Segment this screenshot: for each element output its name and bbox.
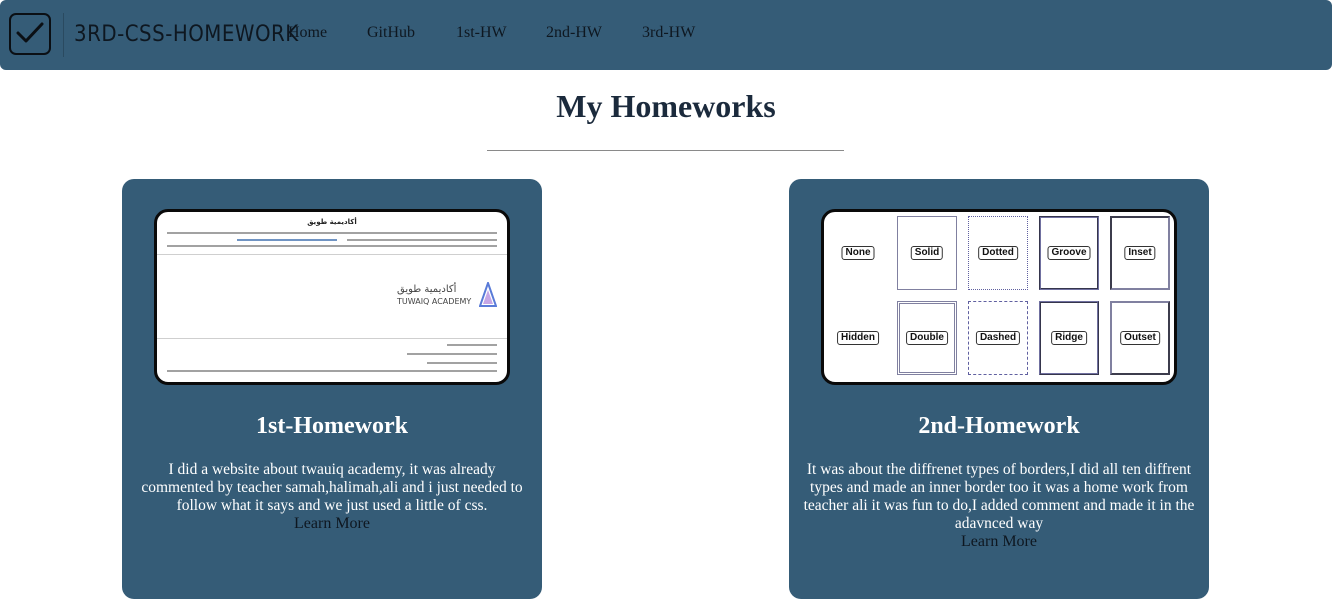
nav-link-home[interactable]: Home	[288, 24, 327, 42]
checkbox-icon[interactable]	[9, 13, 51, 55]
homework-card-1: أكاديمية طويق أكاديمية طويق TUWAIQ ACADE…	[122, 179, 542, 599]
border-box-solid: Solid	[897, 216, 957, 290]
card-title: 2nd-Homework	[918, 413, 1080, 439]
card-description-text: It was about the diffrenet types of bord…	[803, 461, 1195, 532]
tuwaiq-emblem-icon	[479, 282, 497, 307]
navbar: 3RD-CSS-HOMEWORK Home GitHub 1st-HW 2nd-…	[0, 0, 1332, 70]
border-box-inset: Inset	[1110, 216, 1170, 290]
homework-card-2: None Solid Dotted Groove Inset Hidden Do…	[789, 179, 1209, 599]
page-title: My Homeworks	[556, 88, 776, 124]
brand-name[interactable]: 3RD-CSS-HOMEWORK	[63, 13, 299, 57]
nav-link-2nd-hw[interactable]: 2nd-HW	[546, 24, 602, 42]
border-box-dashed: Dashed	[968, 301, 1028, 375]
tuwaiq-logo: أكاديمية طويق TUWAIQ ACADEMY	[397, 282, 497, 312]
homework-1-thumbnail[interactable]: أكاديمية طويق أكاديمية طويق TUWAIQ ACADE…	[154, 209, 510, 385]
nav-link-3rd-hw[interactable]: 3rd-HW	[642, 24, 695, 42]
card-title: 1st-Homework	[256, 413, 408, 439]
nav-link-github[interactable]: GitHub	[367, 24, 415, 42]
card-description: It was about the diffrenet types of bord…	[799, 461, 1199, 551]
homework-2-thumbnail[interactable]: None Solid Dotted Groove Inset Hidden Do…	[821, 209, 1177, 385]
learn-more-link[interactable]: Learn More	[132, 515, 532, 533]
card-description-text: I did a website about twauiq academy, it…	[141, 461, 523, 514]
border-box-ridge: Ridge	[1039, 301, 1099, 375]
title-divider	[487, 150, 844, 151]
border-box-outset: Outset	[1110, 301, 1170, 375]
border-box-groove: Groove	[1039, 216, 1099, 290]
card-description: I did a website about twauiq academy, it…	[132, 461, 532, 533]
border-box-hidden: Hidden	[828, 301, 888, 375]
learn-more-link[interactable]: Learn More	[799, 533, 1199, 551]
thumbnail-heading: أكاديمية طويق	[307, 218, 357, 226]
border-box-double: Double	[897, 301, 957, 375]
border-box-none: None	[828, 216, 888, 290]
border-box-dotted: Dotted	[968, 216, 1028, 290]
nav-link-1st-hw[interactable]: 1st-HW	[456, 24, 507, 42]
